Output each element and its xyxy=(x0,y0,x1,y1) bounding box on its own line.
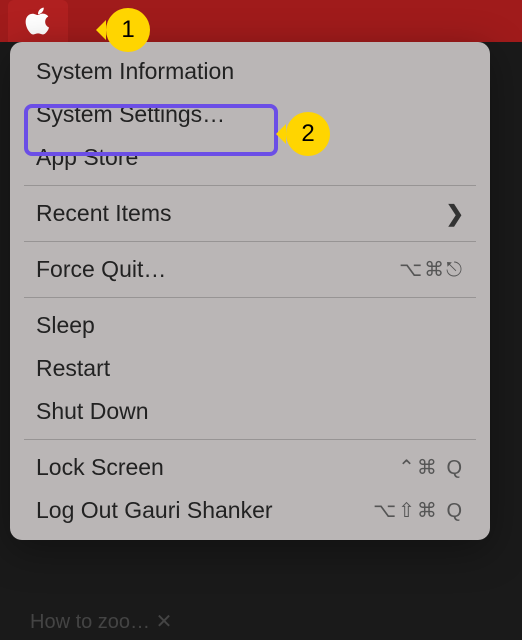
shortcut-label: ⌃⌘ Q xyxy=(398,455,464,480)
callout-bubble-2: 2 xyxy=(286,112,330,156)
menu-label: Force Quit… xyxy=(36,256,166,283)
menu-item-log-out[interactable]: Log Out Gauri Shanker ⌥⇧⌘ Q xyxy=(10,489,490,532)
menu-label: Sleep xyxy=(36,312,95,339)
chevron-right-icon: ❯ xyxy=(446,201,464,227)
callout-1: 1 xyxy=(106,8,150,52)
menu-label: System Settings… xyxy=(36,101,225,128)
callout-2: 2 xyxy=(286,112,330,156)
menu-item-system-settings[interactable]: System Settings… xyxy=(10,93,490,136)
menu-separator xyxy=(24,241,476,242)
shortcut-label: ⌥⇧⌘ Q xyxy=(373,498,464,523)
menu-item-sleep[interactable]: Sleep xyxy=(10,304,490,347)
shortcut-label: ⌥⌘⎋ xyxy=(399,257,464,282)
menu-separator xyxy=(24,439,476,440)
background-tab-hint: How to zoo… ✕ xyxy=(30,609,172,634)
menu-item-system-information[interactable]: System Information xyxy=(10,50,490,93)
menu-label: Recent Items xyxy=(36,200,172,227)
menu-label: Log Out Gauri Shanker xyxy=(36,497,273,524)
menu-separator xyxy=(24,297,476,298)
menu-label: Shut Down xyxy=(36,398,149,425)
callout-bubble-1: 1 xyxy=(106,8,150,52)
menu-item-app-store[interactable]: App Store xyxy=(10,136,490,179)
menu-label: Lock Screen xyxy=(36,454,164,481)
menu-item-shut-down[interactable]: Shut Down xyxy=(10,390,490,433)
menu-label: System Information xyxy=(36,58,234,85)
apple-menu: System Information System Settings… App … xyxy=(10,42,490,540)
menu-separator xyxy=(24,185,476,186)
menu-label: App Store xyxy=(36,144,138,171)
menu-item-recent-items[interactable]: Recent Items ❯ xyxy=(10,192,490,235)
menubar xyxy=(0,0,522,42)
menu-label: Restart xyxy=(36,355,110,382)
menu-item-lock-screen[interactable]: Lock Screen ⌃⌘ Q xyxy=(10,446,490,489)
menu-item-restart[interactable]: Restart xyxy=(10,347,490,390)
menu-item-force-quit[interactable]: Force Quit… ⌥⌘⎋ xyxy=(10,248,490,291)
apple-menu-button[interactable] xyxy=(8,0,68,42)
apple-logo-icon xyxy=(24,7,52,35)
